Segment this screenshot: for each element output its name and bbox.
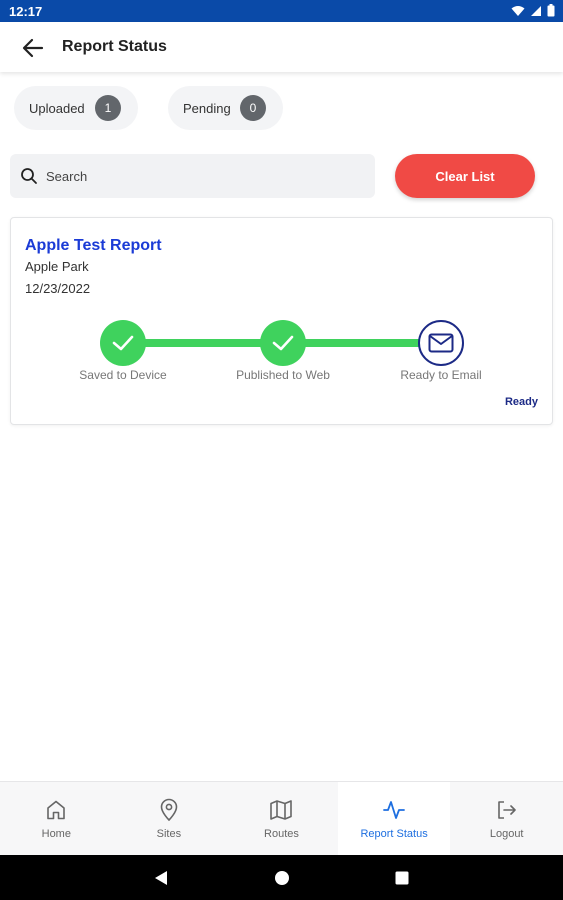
progress-connector xyxy=(301,339,421,347)
system-home-button[interactable] xyxy=(271,867,293,889)
nav-label: Sites xyxy=(156,828,182,840)
step-label: Saved to Device xyxy=(79,368,167,382)
status-time: 12:17 xyxy=(9,4,43,19)
search-box[interactable] xyxy=(10,154,375,198)
check-icon xyxy=(272,335,294,351)
app-bar: Report Status xyxy=(0,22,563,72)
arrow-left-icon xyxy=(22,38,44,58)
nav-label: Routes xyxy=(264,828,299,840)
nav-item-sites[interactable]: Sites xyxy=(113,782,226,856)
circle-home-icon xyxy=(275,871,289,885)
check-icon xyxy=(112,335,134,351)
search-icon xyxy=(21,168,37,184)
mail-icon xyxy=(428,333,454,353)
step-ready-to-email xyxy=(418,320,464,366)
step-label: Published to Web xyxy=(236,368,330,382)
triangle-back-icon xyxy=(155,871,167,885)
activity-icon xyxy=(383,801,405,819)
nav-item-report-status[interactable]: Report Status xyxy=(337,782,451,856)
pending-counter: Pending 0 xyxy=(168,86,283,130)
square-recents-icon xyxy=(395,871,409,885)
signal-icon xyxy=(531,5,541,16)
map-icon xyxy=(270,800,293,820)
status-icons xyxy=(511,4,555,17)
battery-icon xyxy=(547,4,555,17)
system-nav-bar xyxy=(0,855,563,900)
step-saved-to-device xyxy=(100,320,146,366)
uploaded-counter: Uploaded 1 xyxy=(14,86,138,130)
nav-item-routes[interactable]: Routes xyxy=(225,782,338,856)
pending-count-badge: 0 xyxy=(240,95,266,121)
report-title[interactable]: Apple Test Report xyxy=(25,237,162,255)
uploaded-label: Uploaded xyxy=(29,100,85,116)
clear-list-button[interactable]: Clear List xyxy=(395,154,535,198)
nav-label: Home xyxy=(41,828,71,840)
uploaded-count-badge: 1 xyxy=(95,95,121,121)
system-recents-button[interactable] xyxy=(391,867,413,889)
report-status-label: Ready xyxy=(504,396,538,408)
page-title: Report Status xyxy=(62,38,167,55)
nav-label: Report Status xyxy=(360,828,428,840)
nav-item-logout[interactable]: Logout xyxy=(450,782,563,856)
step-published-to-web xyxy=(260,320,306,366)
bottom-nav: Home Sites Routes Report Status Logout xyxy=(0,781,563,856)
report-site: Apple Park xyxy=(25,259,89,274)
home-icon xyxy=(47,800,66,820)
location-pin-icon xyxy=(160,798,178,822)
pending-label: Pending xyxy=(183,100,231,116)
nav-label: Logout xyxy=(489,828,524,840)
search-input[interactable] xyxy=(46,164,366,188)
nav-item-home[interactable]: Home xyxy=(0,782,113,856)
back-button[interactable] xyxy=(20,35,46,61)
wifi-icon xyxy=(511,5,525,16)
logout-icon xyxy=(497,801,516,819)
status-bar: 12:17 xyxy=(0,0,563,22)
progress-connector xyxy=(141,339,261,347)
step-label: Ready to Email xyxy=(400,368,482,382)
report-date: 12/23/2022 xyxy=(25,281,91,296)
report-card[interactable]: Apple Test Report Apple Park 12/23/2022 … xyxy=(10,217,553,425)
system-back-button[interactable] xyxy=(150,867,172,889)
